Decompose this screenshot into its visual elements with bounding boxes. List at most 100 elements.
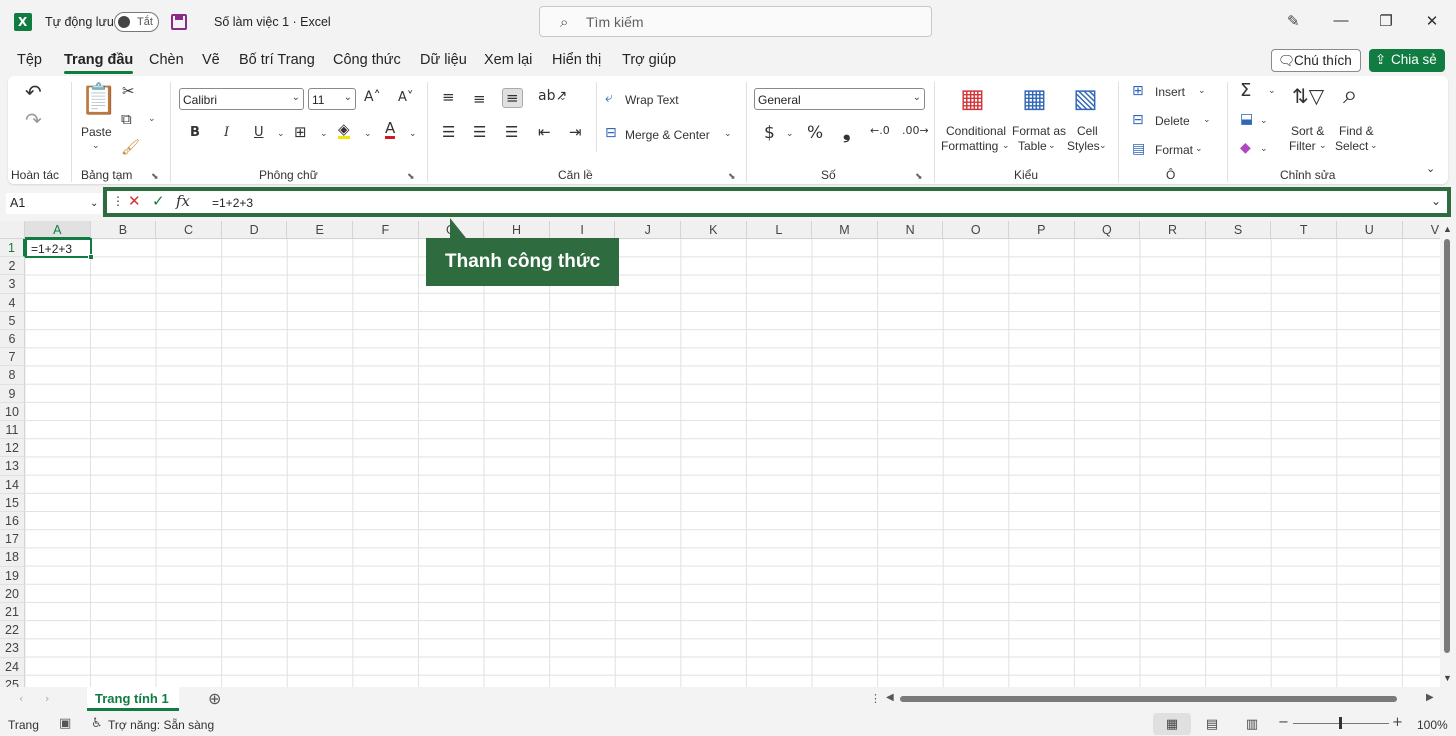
minimize-icon[interactable]: — [1331,12,1351,29]
dialog-launcher-icon[interactable]: ⬊ [151,171,159,182]
search-box[interactable]: ⌕ [539,6,932,37]
column-header-i[interactable]: I [549,221,616,239]
row-header-21[interactable]: 21 [0,603,25,622]
cut-icon[interactable]: ✂ [122,82,135,100]
tab-formulas[interactable]: Công thức [333,52,401,68]
prev-sheet-icon[interactable]: ‹ [19,692,23,705]
chevron-down-icon[interactable]: ⌄ [1195,144,1203,154]
paste-label[interactable]: Paste [81,125,112,139]
normal-view-icon[interactable]: ▦ [1153,713,1191,735]
dialog-launcher-icon[interactable]: ⬊ [407,171,415,182]
insert-cells-icon[interactable]: ⊞ [1132,83,1144,99]
format-as-table-label-1[interactable]: Format as [1012,124,1066,138]
column-header-r[interactable]: R [1140,221,1206,239]
row-header-15[interactable]: 15 [0,493,25,512]
column-header-d[interactable]: D [221,221,288,239]
tab-view[interactable]: Hiển thị [552,52,601,68]
row-header-2[interactable]: 2 [0,257,25,276]
column-header-k[interactable]: K [681,221,747,239]
column-header-v[interactable]: V [1402,221,1440,239]
scroll-down-icon[interactable]: ▼ [1443,673,1452,683]
fill-handle[interactable] [88,254,94,260]
sort-filter-label-1[interactable]: Sort & [1291,124,1324,138]
tab-file[interactable]: Tệp [17,52,42,68]
column-header-n[interactable]: N [877,221,944,239]
more-options-icon[interactable]: ⋮ [112,194,124,208]
zoom-out-icon[interactable]: − [1278,715,1289,730]
row-header-8[interactable]: 8 [0,366,25,385]
column-header-a[interactable]: A [25,221,91,239]
decrease-indent-icon[interactable]: ⇤ [538,123,551,141]
chevron-down-icon[interactable]: ⌄ [277,129,285,139]
column-header-t[interactable]: T [1271,221,1337,239]
column-header-p[interactable]: P [1009,221,1075,239]
insert-function-icon[interactable]: fx [176,192,190,210]
align-top-icon[interactable]: ≡ [442,88,455,106]
chevron-down-icon[interactable]: ⌄ [1370,141,1378,151]
align-middle-icon[interactable]: ≡ [473,90,486,108]
more-options-icon[interactable]: ⋮ [870,692,881,705]
tab-data[interactable]: Dữ liệu [420,52,467,68]
comma-style-icon[interactable]: ❟ [843,121,850,143]
macro-icon[interactable]: ▣ [59,716,71,731]
chevron-down-icon[interactable]: ⌄ [786,129,794,139]
chevron-down-icon[interactable]: ⌄ [1002,141,1010,151]
increase-decimal-icon[interactable]: ←.0 [870,124,890,137]
row-header-23[interactable]: 23 [0,639,25,658]
underline-icon[interactable]: U [254,125,264,140]
cell-area[interactable] [25,239,1440,687]
zoom-level[interactable]: 100% [1417,718,1448,732]
column-header-o[interactable]: O [943,221,1009,239]
page-layout-view-icon[interactable]: ▤ [1193,713,1231,735]
align-left-icon[interactable]: ☰ [442,123,455,141]
italic-icon[interactable]: I [224,125,229,140]
sort-filter-icon[interactable]: ⇅▽ [1292,84,1324,108]
chevron-down-icon[interactable]: ⌄ [1268,86,1276,96]
align-right-icon[interactable]: ☰ [505,123,518,141]
wrap-text-icon[interactable]: ⤶ [605,90,613,106]
column-header-b[interactable]: B [90,221,157,239]
collapse-ribbon-icon[interactable]: ⌄ [1426,162,1435,175]
save-icon[interactable] [171,14,187,30]
row-header-17[interactable]: 17 [0,530,25,549]
paste-icon[interactable]: 📋 [80,82,117,117]
column-header-u[interactable]: U [1337,221,1403,239]
search-input[interactable] [586,12,906,32]
align-bottom-icon[interactable]: ≡ [502,88,523,108]
cell-styles-icon[interactable]: ▧ [1073,84,1098,114]
font-size-dropdown[interactable]: 11 ⌄ [308,88,356,110]
chevron-down-icon[interactable]: ⌄ [1319,141,1327,151]
chevron-down-icon[interactable]: ⌄ [92,141,100,151]
formula-content[interactable]: =1+2+3 [212,196,253,210]
cancel-icon[interactable]: ✕ [128,192,141,210]
merge-center-icon[interactable]: ⊟ [605,125,617,141]
clear-icon[interactable]: ◆ [1240,140,1251,156]
decrease-font-icon[interactable]: A˅ [398,90,413,105]
column-header-l[interactable]: L [746,221,813,239]
autosave-toggle[interactable]: Tắt [114,12,159,32]
delete-cells-icon[interactable]: ⊟ [1132,112,1144,128]
row-header-13[interactable]: 13 [0,457,25,476]
row-header-12[interactable]: 12 [0,439,25,458]
name-box[interactable]: A1 ⌄ [6,193,102,214]
zoom-in-icon[interactable]: + [1392,715,1403,730]
zoom-slider-thumb[interactable] [1339,717,1342,729]
chevron-down-icon[interactable]: ⌄ [1260,144,1268,154]
row-header-22[interactable]: 22 [0,621,25,640]
chevron-down-icon[interactable]: ⌄ [1198,86,1206,96]
increase-indent-icon[interactable]: ⇥ [569,123,582,141]
sort-filter-label-2[interactable]: Filter [1289,139,1316,153]
redo-icon[interactable]: ↷ [25,108,42,132]
row-header-5[interactable]: 5 [0,311,25,330]
scroll-left-icon[interactable]: ◀ [886,692,894,703]
pen-icon[interactable]: ✎ [1287,12,1300,30]
row-header-4[interactable]: 4 [0,293,25,312]
chevron-down-icon[interactable]: ⌄ [409,129,417,139]
chevron-down-icon[interactable]: ⌄ [1260,116,1268,126]
delete-button[interactable]: Delete [1155,114,1190,128]
format-button[interactable]: Format [1155,143,1193,157]
accessibility-icon[interactable]: ♿ [91,716,103,731]
column-header-q[interactable]: Q [1074,221,1141,239]
sheet-tab-1[interactable]: Trang tính 1 [87,687,179,711]
format-as-table-icon[interactable]: ▦ [1022,84,1047,114]
